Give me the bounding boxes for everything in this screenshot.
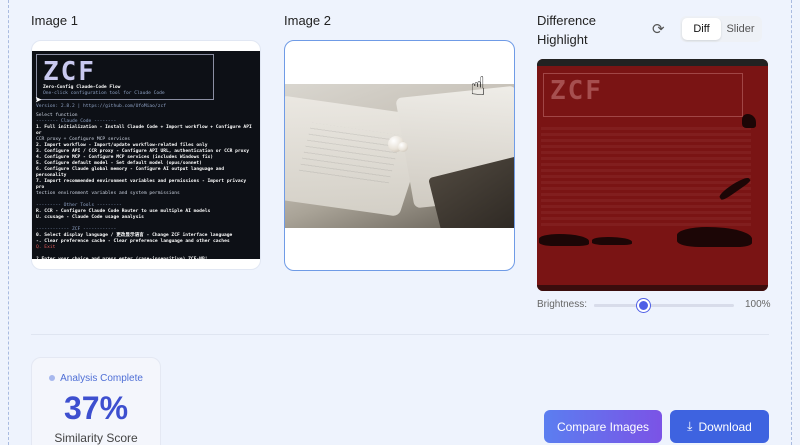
diff-highlight-image: ZCF: [537, 59, 768, 291]
compare-images-label: Compare Images: [556, 419, 650, 434]
frame-border-left: [8, 0, 9, 445]
analysis-status: Analysis Complete: [32, 373, 160, 384]
terminal-line: ? Enter your choice and press enter (cas…: [36, 257, 256, 259]
zcf-subtitle: One-click configuration tool for Claude …: [43, 91, 165, 96]
zcf-logo: ZCF: [43, 57, 96, 87]
similarity-result-card: Analysis Complete 37% Similarity Score: [31, 357, 161, 445]
image2-label: Image 2: [284, 13, 331, 28]
terminal-screenshot: ZCF Zero-Config Claude-Code Flow One-cli…: [32, 51, 260, 259]
image1-card[interactable]: ZCF Zero-Config Claude-Code Flow One-cli…: [31, 40, 261, 270]
diff-zcf-ghost: ZCF: [543, 73, 743, 117]
similarity-score-label: Similarity Score: [54, 431, 138, 445]
diff-toggle-button[interactable]: Diff: [682, 18, 721, 40]
status-dot-icon: [49, 375, 56, 382]
download-icon: ⤓: [687, 419, 693, 433]
brightness-fill: [594, 304, 643, 307]
pointer-cursor-icon: ➤: [35, 93, 43, 107]
download-label: Download: [698, 419, 752, 434]
refresh-icon[interactable]: ⟳: [652, 20, 665, 38]
diff-label: Difference Highlight: [537, 13, 597, 47]
book-pearl-photo: [285, 84, 514, 228]
analysis-status-text: Analysis Complete: [60, 373, 143, 384]
terminal-lines: Select function -------- Claude Code ----…: [36, 113, 256, 259]
frame-border-right: [791, 0, 792, 445]
section-divider: [31, 334, 769, 335]
terminal-line: 1. Full initialization - Install Claude …: [36, 125, 252, 136]
brightness-slider[interactable]: [594, 299, 734, 312]
zcf-logo-box: ZCF Zero-Config Claude-Code Flow One-cli…: [36, 54, 214, 100]
brightness-label: Brightness:: [537, 299, 588, 310]
image1-label: Image 1: [31, 13, 78, 28]
terminal-line: 7. Import recommended environment variab…: [36, 179, 247, 190]
terminal-line: 6. Configure Claude global memory - Conf…: [36, 167, 225, 178]
brightness-handle[interactable]: [637, 299, 650, 312]
view-toggle: Diff Slider: [680, 16, 762, 42]
brightness-value: 100%: [745, 299, 771, 310]
terminal-line: -. Clear preference cache - Clear prefer…: [36, 239, 230, 244]
compare-images-button[interactable]: Compare Images: [544, 410, 662, 443]
hand-cursor-icon: ☝: [470, 71, 486, 101]
download-button[interactable]: ⤓ Download: [670, 410, 769, 443]
similarity-score: 37%: [63, 390, 129, 426]
slider-toggle-button[interactable]: Slider: [721, 18, 760, 40]
